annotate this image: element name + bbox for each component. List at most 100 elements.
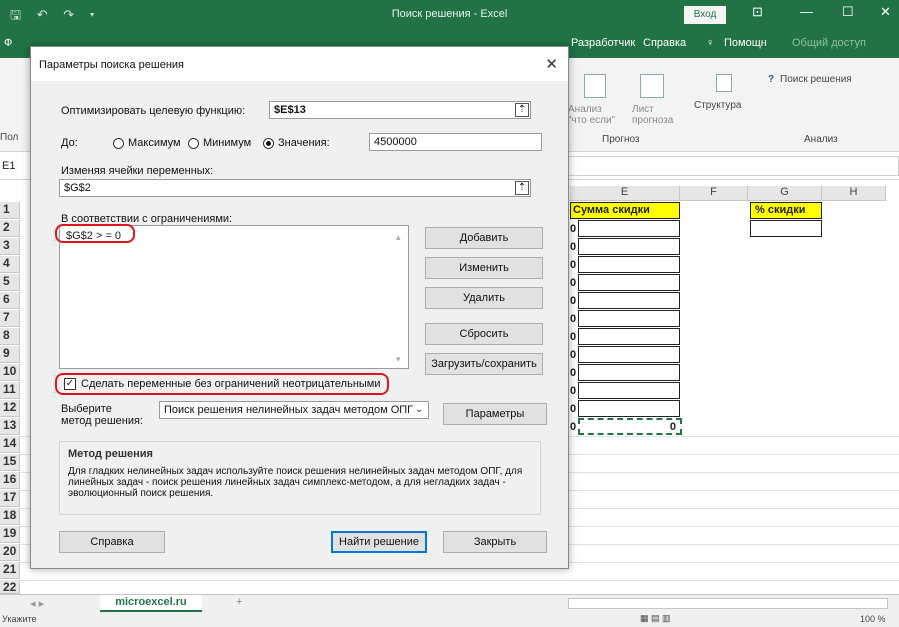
radio-min[interactable] — [188, 138, 199, 149]
row-header[interactable]: 9 — [0, 346, 20, 363]
row-header[interactable]: 17 — [0, 490, 20, 507]
help-button[interactable]: Справка — [59, 531, 165, 553]
row-header[interactable]: 1 — [0, 202, 20, 219]
radio-max[interactable] — [113, 138, 124, 149]
table-cell[interactable] — [578, 346, 680, 363]
to-label: До: — [61, 137, 78, 149]
sheet-tab-active[interactable]: microexcel.ru — [100, 595, 202, 612]
table-cell[interactable] — [578, 364, 680, 381]
scroll-up-icon[interactable]: ▴ — [396, 232, 401, 243]
close-icon[interactable]: ✕ — [880, 4, 891, 20]
horizontal-scrollbar[interactable] — [568, 598, 888, 609]
row-header[interactable]: 18 — [0, 508, 20, 525]
outline-icon[interactable] — [716, 74, 732, 92]
close-button[interactable]: Закрыть — [443, 531, 547, 553]
load-save-button[interactable]: Загрузить/сохранить — [425, 353, 543, 375]
column-header-g[interactable]: G — [748, 186, 822, 201]
cut-value: 0 — [570, 367, 577, 379]
add-sheet-button[interactable]: + — [236, 596, 242, 608]
row-header[interactable]: 14 — [0, 436, 20, 453]
delete-constraint-button[interactable]: Удалить — [425, 287, 543, 309]
objective-label: Оптимизировать целевую функцию: — [61, 105, 246, 117]
row-header[interactable]: 13 — [0, 418, 20, 435]
reset-all-button[interactable]: Сбросить — [425, 323, 543, 345]
dialog-close-icon[interactable]: ✕ — [545, 55, 558, 73]
maximize-icon[interactable]: ☐ — [842, 4, 854, 20]
row-header[interactable]: 12 — [0, 400, 20, 417]
row-header[interactable]: 6 — [0, 292, 20, 309]
change-constraint-button[interactable]: Изменить — [425, 257, 543, 279]
column-header-e[interactable]: E — [570, 186, 680, 201]
row-header[interactable]: 22 — [0, 580, 20, 594]
radio-min-label[interactable]: Минимум — [203, 137, 251, 149]
tab-tell-me[interactable]: Помощн — [724, 37, 767, 49]
radio-value-label[interactable]: Значения: — [278, 137, 330, 149]
view-icons[interactable]: ▦ ▤ ▥ — [640, 613, 671, 624]
options-button[interactable]: Параметры — [443, 403, 547, 425]
zoom-level[interactable]: 100 % — [860, 614, 886, 624]
cell-g2[interactable] — [750, 220, 822, 237]
row-header[interactable]: 11 — [0, 382, 20, 399]
solve-button[interactable]: Найти решение — [331, 531, 427, 553]
row-header[interactable]: 3 — [0, 238, 20, 255]
share-button[interactable]: Общий доступ — [792, 37, 866, 49]
chevron-down-icon[interactable]: ⌄ — [415, 404, 423, 415]
ribbon-display-icon[interactable]: ⊡ — [752, 4, 763, 20]
solver-button[interactable]: Поиск решения — [780, 74, 852, 85]
forecast-sheet-icon[interactable] — [640, 74, 664, 98]
row-header[interactable]: 4 — [0, 256, 20, 273]
row-header[interactable]: 7 — [0, 310, 20, 327]
row-header[interactable]: 20 — [0, 544, 20, 561]
row-header[interactable]: 15 — [0, 454, 20, 471]
table-cell[interactable] — [578, 238, 680, 255]
radio-value[interactable] — [263, 138, 274, 149]
method-select[interactable]: Поиск решения нелинейных задач методом О… — [159, 401, 429, 419]
tab-file[interactable]: Ф — [4, 37, 12, 49]
window-title: Поиск решения - Excel — [391, 8, 508, 20]
nonneg-checkbox[interactable]: ✓ — [64, 378, 76, 390]
cut-value: 0 — [570, 385, 577, 397]
row-header[interactable]: 16 — [0, 472, 20, 489]
table-cell[interactable] — [578, 256, 680, 273]
login-button[interactable]: Вход — [684, 6, 726, 24]
what-if-button[interactable]: Анализ "что если" — [568, 104, 620, 126]
table-cell[interactable] — [578, 292, 680, 309]
row-header[interactable]: 19 — [0, 526, 20, 543]
objective-collapse-icon[interactable]: ⇡ — [515, 103, 529, 117]
tab-developer[interactable]: Разработчик — [571, 37, 635, 49]
row-header[interactable]: 2 — [0, 220, 20, 237]
table-cell[interactable] — [578, 382, 680, 399]
name-box[interactable]: E1 — [2, 160, 15, 172]
table-cell[interactable] — [578, 220, 680, 237]
forecast-sheet-button[interactable]: Лист прогноза — [632, 104, 682, 126]
header-discount-sum[interactable]: Сумма скидки — [570, 202, 680, 219]
table-cell[interactable] — [578, 310, 680, 327]
add-constraint-button[interactable]: Добавить — [425, 227, 543, 249]
total-cell-e13[interactable]: 0 — [578, 418, 682, 435]
table-cell[interactable] — [578, 328, 680, 345]
value-of-input[interactable]: 4500000 — [369, 133, 542, 151]
minimize-icon[interactable]: — — [800, 4, 813, 19]
row-header[interactable]: 8 — [0, 328, 20, 345]
status-text: Укажите — [2, 614, 37, 624]
what-if-icon[interactable] — [584, 74, 606, 98]
tab-help[interactable]: Справка — [643, 37, 686, 49]
constraints-list[interactable]: $G$2 > = 0 ▴ ▾ — [59, 225, 409, 369]
sheet-nav-icons[interactable]: ◂ ▸ — [30, 597, 44, 610]
row-header[interactable]: 5 — [0, 274, 20, 291]
formula-input[interactable] — [568, 156, 899, 176]
row-header[interactable]: 21 — [0, 562, 20, 579]
row-header[interactable]: 10 — [0, 364, 20, 381]
nonneg-label[interactable]: Сделать переменные без ограничений неотр… — [81, 378, 381, 390]
changing-cells-input[interactable]: $G$2 — [59, 179, 531, 197]
scroll-down-icon[interactable]: ▾ — [396, 354, 401, 365]
objective-input[interactable]: $E$13 — [269, 101, 531, 119]
column-header-h[interactable]: H — [822, 186, 886, 201]
header-discount-pct[interactable]: % скидки — [750, 202, 822, 219]
changing-cells-collapse-icon[interactable]: ⇡ — [515, 181, 529, 195]
column-header-f[interactable]: F — [680, 186, 748, 201]
outline-button[interactable]: Структура — [694, 100, 741, 111]
table-cell[interactable] — [578, 400, 680, 417]
radio-max-label[interactable]: Максимум — [128, 137, 181, 149]
table-cell[interactable] — [578, 274, 680, 291]
